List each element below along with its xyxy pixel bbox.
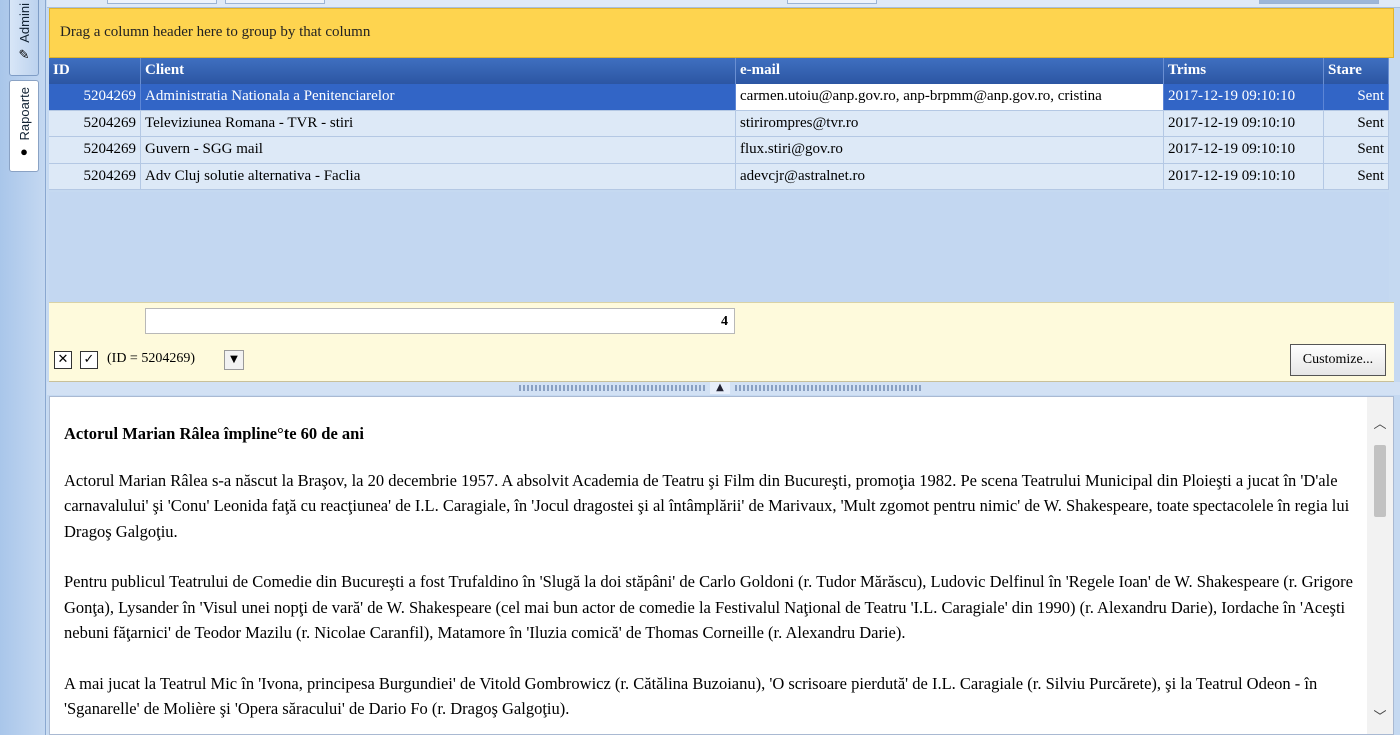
chevron-up-icon[interactable]: ▲ [710, 382, 730, 394]
column-header-trims[interactable]: Trims [1164, 58, 1324, 84]
cell-client: Guvern - SGG mail [141, 137, 736, 163]
table-row[interactable]: 5204269 Administratia Nationala a Penite… [49, 84, 1389, 111]
scrollbar-thumb[interactable] [1374, 445, 1386, 517]
article-body: Actorul Marian Râlea împline°te 60 de an… [64, 421, 1364, 734]
toolbar-stub [1259, 0, 1379, 4]
side-tab-strip: Admini ✎ Rapoarte ● [0, 0, 46, 735]
main-panel: Drag a column header here to group by th… [47, 0, 1400, 735]
tab-admin-label: Admini [16, 3, 32, 43]
cell-trims: 2017-12-19 09:10:10 [1164, 137, 1324, 163]
column-header-client[interactable]: Client [141, 58, 736, 84]
article-paragraph: Pentru publicul Teatrului de Comedie din… [64, 572, 1353, 642]
column-header-stare[interactable]: Stare [1324, 58, 1389, 84]
checkbox-icon[interactable]: ✓ [80, 351, 98, 369]
cell-id: 5204269 [49, 84, 141, 110]
cell-id: 5204269 [49, 110, 141, 136]
grid-footer: 4 [49, 302, 1394, 338]
results-grid: ID Client e-mail Trims Stare 5204269 Adm… [49, 58, 1389, 190]
article-preview: Actorul Marian Râlea împline°te 60 de an… [49, 396, 1394, 735]
grid-header: ID Client e-mail Trims Stare [49, 58, 1389, 84]
pencil-icon: ✎ [18, 46, 30, 62]
table-row[interactable]: 5204269 Adv Cluj solutie alternativa - F… [49, 163, 1389, 190]
cell-trims: 2017-12-19 09:10:10 [1164, 163, 1324, 189]
group-by-panel[interactable]: Drag a column header here to group by th… [49, 8, 1394, 58]
toolbar-stub [225, 0, 325, 4]
top-toolbar-edge [47, 0, 1400, 8]
splitter-grip [519, 385, 705, 391]
table-row[interactable]: 5204269 Guvern - SGG mail flux.stiri@gov… [49, 137, 1389, 164]
splitter[interactable]: ▲ [47, 382, 1400, 395]
column-header-id[interactable]: ID [49, 58, 141, 84]
globe-icon: ● [20, 144, 28, 160]
column-header-email[interactable]: e-mail [736, 58, 1164, 84]
article-paragraph: A mai jucat la Teatrul Mic în 'Ivona, pr… [64, 673, 1318, 719]
cell-email: adevcjr@astralnet.ro [736, 163, 1164, 189]
article-paragraph: Actorul Marian Râlea s-a născut la Braşo… [64, 470, 1350, 541]
chevron-up-icon[interactable]: ︿ [1367, 413, 1393, 437]
cell-client: Administratia Nationala a Penitenciarelo… [141, 84, 736, 110]
cell-client: Televiziunea Romana - TVR - stiri [141, 110, 736, 136]
cell-email: stirirompres@tvr.ro [736, 110, 1164, 136]
cell-stare: Sent [1324, 137, 1389, 163]
cell-id: 5204269 [49, 163, 141, 189]
filter-bar: ✕ ✓ (ID = 5204269) ▼ Customize... [49, 338, 1394, 382]
customize-button[interactable]: Customize... [1290, 344, 1386, 376]
vertical-scrollbar[interactable]: ︿ ﹀ [1367, 397, 1393, 734]
toolbar-stub [107, 0, 217, 4]
table-row[interactable]: 5204269 Televiziunea Romana - TVR - stir… [49, 110, 1389, 137]
cell-stare: Sent [1324, 84, 1389, 110]
cell-id: 5204269 [49, 137, 141, 163]
cell-trims: 2017-12-19 09:10:10 [1164, 84, 1324, 110]
cell-stare: Sent [1324, 163, 1389, 189]
tab-rapoarte[interactable]: Rapoarte ● [9, 80, 39, 172]
cell-stare: Sent [1324, 110, 1389, 136]
splitter-grip [735, 385, 921, 391]
tab-admin[interactable]: Admini ✎ [9, 0, 39, 76]
cell-email: flux.stiri@gov.ro [736, 137, 1164, 163]
article-title: Actorul Marian Râlea împline°te 60 de an… [64, 424, 364, 443]
chevron-down-icon[interactable]: ▼ [224, 350, 244, 370]
cell-client: Adv Cluj solutie alternativa - Faclia [141, 163, 736, 189]
cell-trims: 2017-12-19 09:10:10 [1164, 110, 1324, 136]
toolbar-stub [787, 0, 877, 4]
filter-expression[interactable]: (ID = 5204269) [107, 351, 195, 367]
row-count-summary: 4 [145, 308, 735, 334]
close-icon[interactable]: ✕ [54, 351, 72, 369]
tab-rapoarte-label: Rapoarte [16, 87, 32, 141]
cell-email[interactable]: carmen.utoiu@anp.gov.ro, anp-brpmm@anp.g… [736, 84, 1164, 110]
group-by-hint: Drag a column header here to group by th… [60, 24, 371, 40]
grid-empty-area [49, 192, 1389, 302]
chevron-down-icon[interactable]: ﹀ [1367, 706, 1393, 730]
